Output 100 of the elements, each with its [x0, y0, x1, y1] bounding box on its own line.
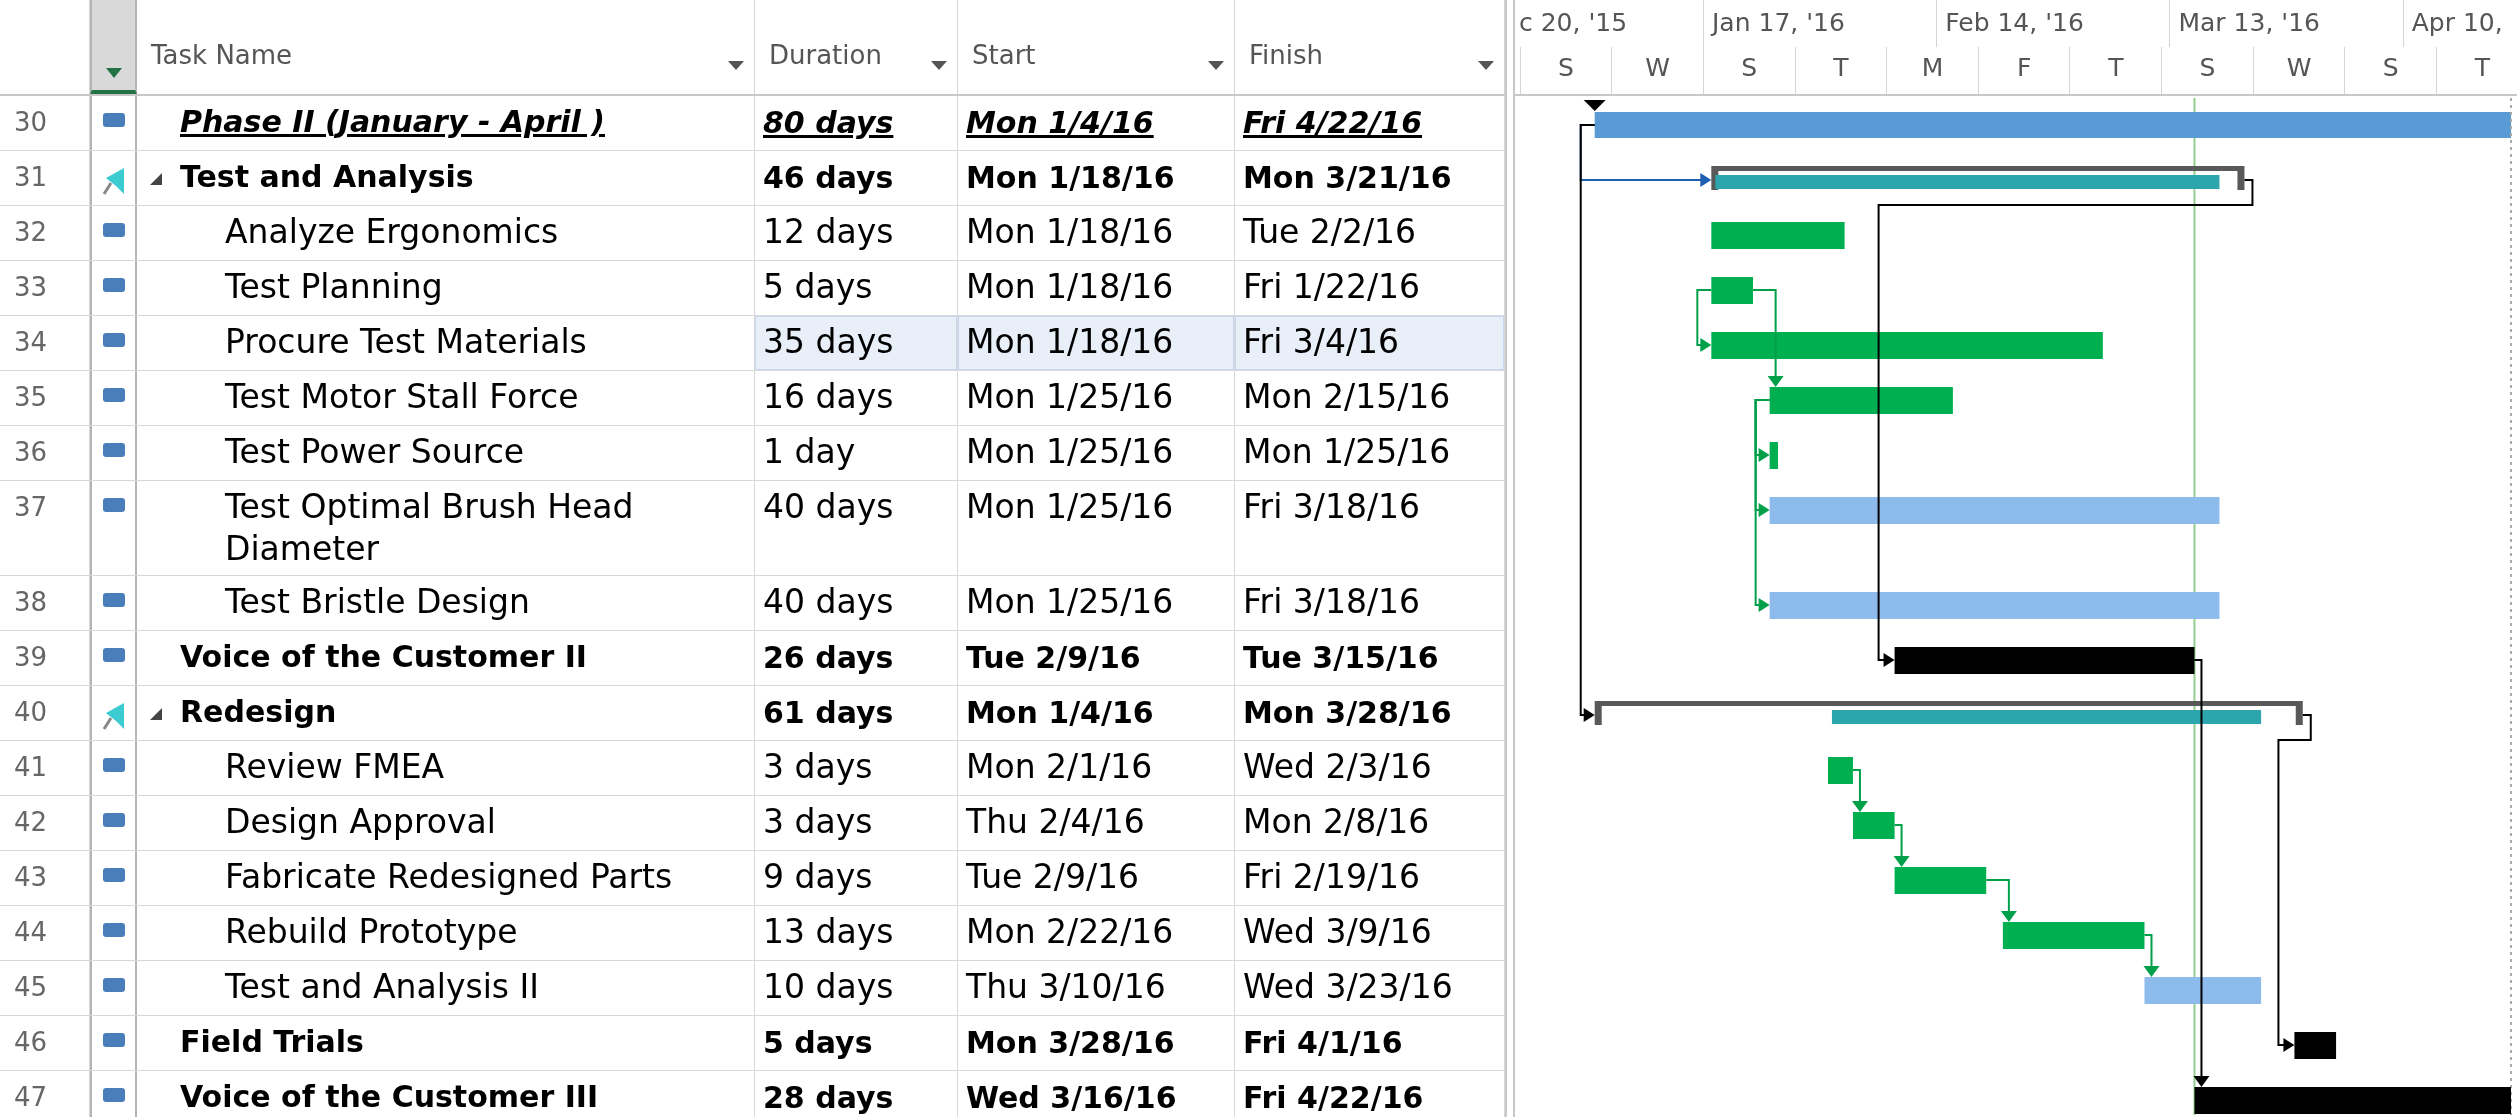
table-cell: 1 day: [755, 426, 958, 480]
table-cell: Mon 1/4/16: [958, 96, 1235, 150]
task-name: Design Approval: [225, 801, 496, 843]
timescale-label: S: [1519, 47, 1612, 94]
table-cell: 40 days: [755, 481, 958, 575]
select-all-header[interactable]: [90, 0, 137, 94]
row-number: 43: [0, 851, 90, 905]
table-cell: 9 days: [755, 851, 958, 905]
row-number: 30: [0, 96, 90, 150]
row-number: 32: [0, 206, 90, 260]
timescale-label: S: [2161, 47, 2253, 94]
table-cell: Mon 1/18/16: [958, 261, 1235, 315]
task-name: Voice of the Customer II: [180, 638, 587, 676]
row-number: 39: [0, 631, 90, 685]
task-name: Test and Analysis: [180, 158, 474, 196]
table-cell: Mon 1/25/16: [958, 481, 1235, 575]
row-number: 41: [0, 741, 90, 795]
table-cell: Mon 1/4/16: [958, 686, 1235, 740]
timescale-label: F: [1977, 47, 2070, 94]
table-cell: Mon 1/18/16: [958, 316, 1235, 370]
timescale-label: T: [2069, 47, 2162, 94]
dependency-arrow: [1851, 769, 1868, 812]
timescale-label: W: [2252, 47, 2345, 94]
table-cell: 5 days: [755, 1016, 958, 1070]
dropdown-caret-icon: [931, 61, 947, 70]
table-cell: Thu 2/4/16: [958, 796, 1235, 850]
table-cell: Mon 1/18/16: [958, 151, 1235, 205]
row-number: 44: [0, 906, 90, 960]
table-cell: 5 days: [755, 261, 958, 315]
dependency-arrow: [1985, 879, 2017, 922]
task-name: Test Bristle Design: [225, 581, 530, 623]
timescale-label: S: [2344, 47, 2436, 94]
table-cell: 26 days: [755, 631, 958, 685]
table-cell: 40 days: [755, 576, 958, 630]
row-number: 38: [0, 576, 90, 630]
table-cell: 61 days: [755, 686, 958, 740]
table-cell: Mon 2/22/16: [958, 906, 1235, 960]
row-number: 37: [0, 481, 90, 575]
row-number: 46: [0, 1016, 90, 1070]
table-cell: Mon 3/28/16: [958, 1016, 1235, 1070]
timescale-label: Feb 14, '16: [1936, 0, 2170, 47]
table-cell: 3 days: [755, 741, 958, 795]
task-name: Fabricate Redesigned Parts: [225, 856, 673, 898]
table-cell: Tue 2/9/16: [958, 851, 1235, 905]
timescale-label: M: [1886, 47, 1978, 94]
dropdown-caret-icon: [1478, 61, 1494, 70]
table-cell: Wed 3/16/16: [958, 1071, 1235, 1117]
timescale-label: T: [1794, 47, 1887, 94]
task-name: Field Trials: [180, 1023, 364, 1061]
row-number: 40: [0, 686, 90, 740]
task-name: Test Motor Stall Force: [225, 376, 579, 418]
task-name: Redesign: [180, 693, 337, 731]
table-cell: 3 days: [755, 796, 958, 850]
row-number: 47: [0, 1071, 90, 1117]
dependency-arrow: [1696, 289, 1713, 352]
task-name: Procure Test Materials: [225, 321, 587, 363]
row-number: 35: [0, 371, 90, 425]
task-name: Analyze Ergonomics: [225, 211, 559, 253]
task-name: Review FMEA: [225, 746, 445, 788]
timescale-label: Jan 17, '16: [1703, 0, 1937, 47]
table-cell: 46 days: [755, 151, 958, 205]
table-cell: 13 days: [755, 906, 958, 960]
row-number: 36: [0, 426, 90, 480]
dependency-arrow: [1893, 824, 1910, 867]
table-cell: 80 days: [755, 96, 958, 150]
table-cell: Fri 3/4/16: [1235, 316, 1505, 370]
task-name: Test Optimal Brush Head Diameter: [225, 486, 635, 570]
timescale-label: Apr 10,: [2402, 0, 2517, 47]
collapse-triangle-icon[interactable]: [148, 706, 162, 720]
task-name: Test Planning: [225, 266, 443, 308]
row-number: 31: [0, 151, 90, 205]
timescale-label: W: [1611, 47, 1703, 94]
row-number: 42: [0, 796, 90, 850]
timescale-label: Mar 13, '16: [2169, 0, 2403, 47]
caret-icon: [105, 68, 122, 78]
timescale-label: T: [2436, 47, 2517, 94]
collapse-triangle-icon[interactable]: [148, 171, 162, 185]
task-name: Rebuild Prototype: [225, 911, 518, 953]
task-name: Voice of the Customer III: [180, 1078, 599, 1116]
dependency-arrow: [2143, 934, 2160, 977]
table-cell: 28 days: [755, 1071, 958, 1117]
task-name: Test Power Source: [225, 431, 525, 473]
table-cell: 35 days: [755, 316, 958, 370]
table-cell: Mon 1/25/16: [958, 576, 1235, 630]
row-number: 34: [0, 316, 90, 370]
table-cell: Tue 2/9/16: [958, 631, 1235, 685]
table-cell: Mon 1/25/16: [958, 426, 1235, 480]
dropdown-caret-icon: [1208, 61, 1224, 70]
table-cell: Thu 3/10/16: [958, 961, 1235, 1015]
task-name: Test and Analysis II: [225, 966, 539, 1008]
timescale-label: S: [1703, 47, 1795, 94]
table-cell: 10 days: [755, 961, 958, 1015]
table-cell: Mon 2/1/16: [958, 741, 1235, 795]
task-name: Phase II (January - April ): [180, 103, 605, 141]
row-number: 33: [0, 261, 90, 315]
table-cell: Mon 1/25/16: [958, 371, 1235, 425]
table-cell: Mon 1/18/16: [958, 206, 1235, 260]
row-number: 45: [0, 961, 90, 1015]
dropdown-caret-icon: [728, 61, 744, 70]
timescale-label: c 20, '15: [1518, 7, 1629, 39]
